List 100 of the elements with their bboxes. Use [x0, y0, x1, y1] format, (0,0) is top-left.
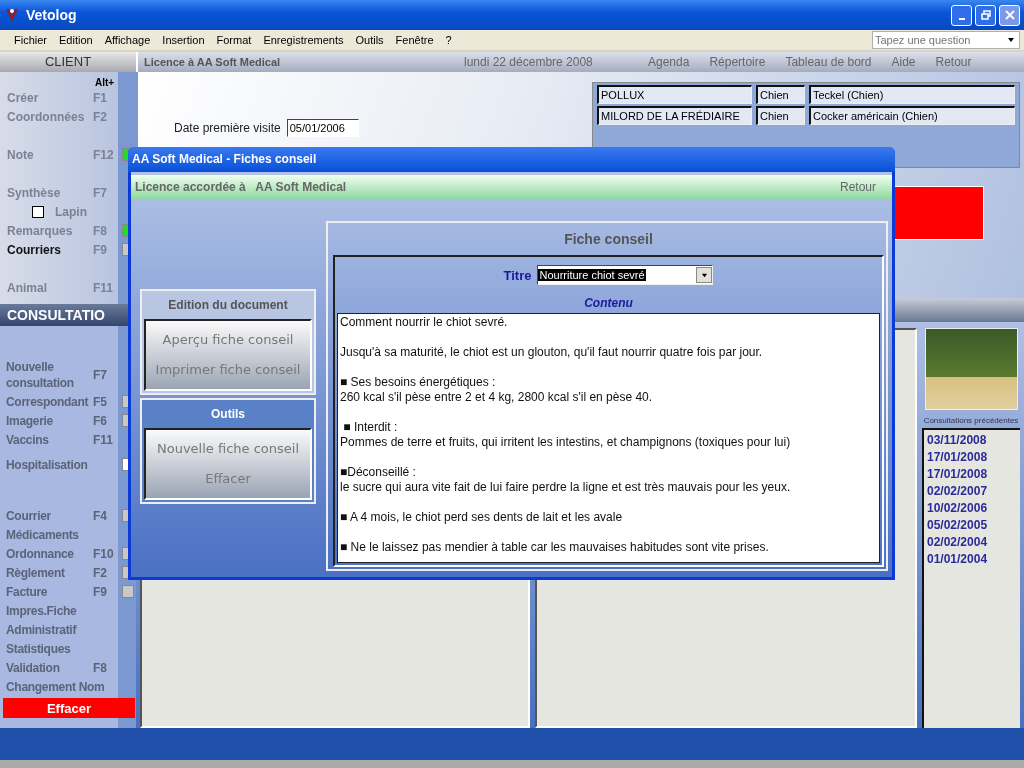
section-title: CLIENT	[0, 52, 136, 72]
minimize-button[interactable]	[951, 4, 972, 26]
sidebar-item[interactable]: Vaccins	[6, 431, 49, 448]
table-cell[interactable]: Chien	[756, 106, 805, 125]
history-date[interactable]: 01/01/2004	[927, 551, 1020, 568]
shortcut-hint: Alt+	[95, 78, 115, 88]
restore-icon	[980, 10, 991, 20]
help-search-field[interactable]: Tapez une question	[872, 31, 1020, 49]
field-label: Contenu	[583, 295, 634, 312]
table-cell[interactable]: Teckel (Chien)	[809, 85, 1015, 104]
licence-text: Licence accordée à AA Soft Medical	[135, 180, 348, 194]
table-cell[interactable]: MILORD DE LA FRÉDIAIRE	[597, 106, 752, 125]
nav-link[interactable]: Tableau de bord	[785, 55, 872, 69]
history-date[interactable]: 17/01/2008	[927, 449, 1020, 466]
dialog-title: AA Soft Medical - Fiches conseil	[128, 147, 895, 172]
group-title: Edition du document	[167, 296, 289, 314]
dropdown-arrow-icon	[700, 271, 708, 279]
close-button[interactable]	[999, 4, 1020, 26]
sidebar-item[interactable]: Validation	[6, 659, 60, 676]
menu-item[interactable]: Affichage	[98, 34, 157, 46]
restore-button[interactable]	[975, 4, 996, 26]
group-title: Outils	[210, 405, 246, 423]
nav-link[interactable]: Agenda	[648, 55, 690, 69]
sidebar-item[interactable]: Hospitalisation	[6, 456, 88, 473]
menu-item[interactable]: Outils	[349, 34, 390, 46]
table-cell[interactable]: POLLUX	[597, 85, 752, 104]
action-button[interactable]: Nouvelle fiche conseil	[146, 433, 310, 464]
sidebar-item[interactable]: Changement Nom	[6, 678, 105, 695]
field-label: Titre	[503, 267, 532, 283]
sidebar-item[interactable]: Administratif	[6, 621, 77, 638]
menu-item[interactable]: Insertion	[156, 34, 211, 46]
shortcut-key: F6	[93, 413, 107, 428]
shortcut-key: F8	[93, 223, 107, 238]
back-link[interactable]: Retour	[839, 180, 876, 194]
sidebar-item[interactable]: Coordonnées	[7, 109, 85, 124]
shortcut-key: F4	[93, 508, 107, 523]
window-title: Vetolog	[26, 7, 78, 23]
shortcut-key: F7	[93, 185, 107, 200]
sidebar-item[interactable]: Nouvelle consultation	[6, 359, 90, 391]
shortcut-key: F7	[93, 368, 107, 382]
history-date[interactable]: 02/02/2004	[927, 534, 1020, 551]
close-icon	[1004, 10, 1015, 20]
history-date[interactable]: 10/02/2006	[927, 500, 1020, 517]
delete-button[interactable]: Effacer	[3, 698, 135, 718]
sidebar-item[interactable]: Remarques	[7, 223, 73, 238]
history-caption: Consultations précédentes	[923, 416, 1019, 425]
shortcut-key: F11	[93, 280, 113, 295]
shortcut-key: F11	[93, 432, 113, 447]
checkbox-label: Lapin	[55, 204, 87, 219]
sidebar-item[interactable]: Statistiques	[6, 640, 71, 657]
shortcut-key: F2	[93, 109, 107, 124]
title-dropdown[interactable]: Nourriture chiot sevré	[537, 265, 714, 285]
sidebar-item[interactable]: Médicaments	[6, 526, 79, 543]
sidebar-item[interactable]: Animal	[7, 280, 47, 295]
menu-item[interactable]: Format	[210, 34, 258, 46]
sidebar-item[interactable]: Courrier	[6, 507, 51, 524]
nav-link[interactable]: Répertoire	[709, 55, 766, 69]
table-cell[interactable]: Chien	[756, 85, 805, 104]
shortcut-key: F1	[93, 90, 107, 105]
nav-link[interactable]: Retour	[935, 55, 972, 69]
sidebar-item[interactable]: Impres.Fiche	[6, 602, 77, 619]
sidebar-item[interactable]: Facture	[6, 583, 48, 600]
menu-item[interactable]: Fenêtre	[389, 34, 440, 46]
app-icon	[4, 7, 20, 23]
sidebar-item[interactable]: Ordonnance	[6, 545, 74, 562]
sidebar-item[interactable]: Note	[7, 147, 34, 162]
minimize-icon	[958, 18, 965, 20]
shortcut-key: F9	[93, 242, 107, 257]
sidebar-item[interactable]: Imagerie	[6, 412, 53, 429]
menu-item[interactable]: Enregistrements	[257, 34, 350, 46]
shortcut-key: F10	[93, 546, 114, 561]
sidebar-item[interactable]: Correspondant	[6, 393, 89, 410]
menu-item[interactable]: Fichier	[8, 34, 53, 46]
licence-text: Licence à AA Soft Medical	[144, 56, 282, 68]
sidebar-item[interactable]: Courriers	[7, 242, 62, 257]
shortcut-key: F12	[93, 147, 114, 162]
checkbox[interactable]	[32, 205, 44, 218]
dropdown-arrow-icon	[1007, 36, 1015, 44]
nav-link[interactable]: Aide	[891, 55, 916, 69]
history-date[interactable]: 05/02/2005	[927, 517, 1020, 534]
sidebar-item[interactable]: Synthèse	[7, 185, 61, 200]
table-cell[interactable]: Cocker américain (Chien)	[809, 106, 1015, 125]
history-date[interactable]: 02/02/2007	[927, 483, 1020, 500]
shortcut-key: F2	[93, 565, 107, 580]
sheet-title: Fiche conseil	[563, 230, 654, 249]
menu-item[interactable]: ?	[439, 34, 458, 46]
action-button[interactable]: Imprimer fiche conseil	[146, 354, 310, 385]
history-date[interactable]: 17/01/2008	[927, 466, 1020, 483]
menu-item[interactable]: Edition	[53, 34, 99, 46]
history-date[interactable]: 03/11/2008	[927, 432, 1020, 449]
action-button[interactable]: Effacer	[146, 463, 310, 494]
shortcut-key: F8	[93, 660, 107, 675]
sidebar-item[interactable]: Règlement	[6, 564, 65, 581]
sidebar-item[interactable]: Créer	[7, 90, 39, 105]
shortcut-key: F9	[93, 584, 107, 599]
date-field[interactable]: 05/01/2006	[286, 119, 359, 137]
field-label: Date première visite	[174, 121, 281, 135]
content-field[interactable]: Comment nourrir le chiot sevré. Jusqu'à sa maturité, le chiot est un glouton, qu'il faut nourrir quatre fois par jour. ■ Ses besoins énergétiques : 260 kcal s'il pèse entre 2 et 4 kg, 2800 kcal s'il en pèse 40. ■ Interdit : Pommes de terre et fruits, qui irritent les intestins, et champignons (toxiques pour lui) ■Déconseillé : le sucre qui aura vite fait de lui faire perdre la ligne et est très mauvais pour les yeux. ■ A 4 mois, le chiot perd ses dents de lait et les avale ■ Ne le laissez pas mendier à table car les mauvaises habitudes sont vite prises.	[337, 313, 880, 563]
shortcut-key: F5	[93, 394, 107, 409]
action-button[interactable]: Aperçu fiche conseil	[146, 324, 310, 355]
